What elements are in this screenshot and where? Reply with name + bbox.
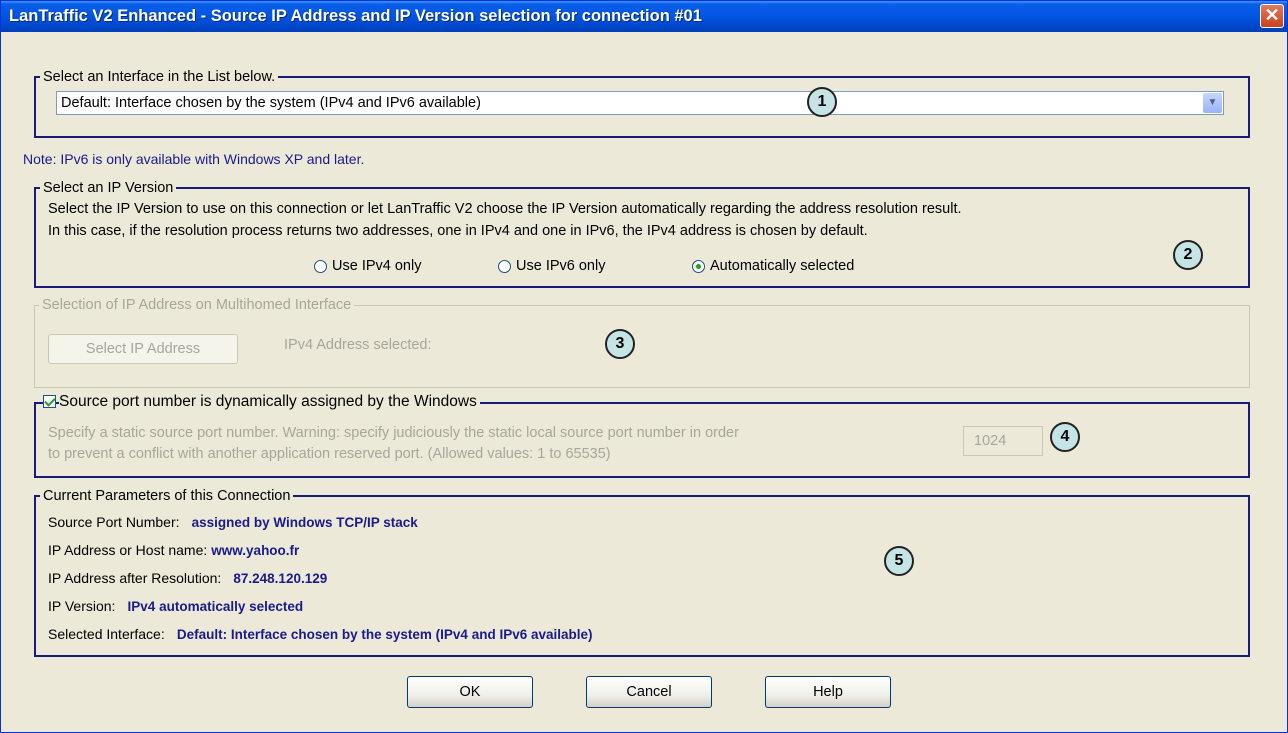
marker-badge-5: 5 [884,546,914,576]
radio-automatically-selected[interactable]: Automatically selected [692,258,854,274]
param-value: IPv4 automatically selected [127,599,304,614]
param-value: 87.248.120.129 [233,571,328,586]
interface-select[interactable]: Default: Interface chosen by the system … [56,91,1224,115]
param-row-source-port: Source Port Number: assigned by Windows … [48,514,418,531]
param-label: Selected Interface: [48,626,165,642]
dynamic-port-checkbox[interactable] [43,395,56,408]
param-row-host-name: IP Address or Host name: www.yahoo.fr [48,542,299,559]
marker-badge-3: 3 [605,329,635,359]
ok-button[interactable]: OK [407,676,533,708]
current-parameters-legend: Current Parameters of this Connection [40,487,294,505]
marker-badge-1: 1 [807,87,837,117]
radio-ipv4-only[interactable]: Use IPv4 only [314,258,421,274]
ip-version-legend: Select an IP Version [40,179,177,197]
ipv4-address-selected-label: IPv4 Address selected: [284,337,432,353]
static-port-description-line1: Specify a static source port number. War… [48,425,739,441]
radio-ipv6-only-label: Use IPv6 only [516,258,606,274]
chevron-down-icon[interactable]: ▼ [1203,93,1222,113]
ipv6-note: Note: IPv6 is only available with Window… [23,151,365,167]
title-bar[interactable]: LanTraffic V2 Enhanced - Source IP Addre… [1,1,1287,32]
param-label: Source Port Number: [48,514,180,530]
param-row-selected-interface: Selected Interface: Default: Interface c… [48,626,593,643]
static-port-description-line2: to prevent a conflict with another appli… [48,446,611,462]
ip-version-description-line2: In this case, if the resolution process … [48,223,868,239]
interface-group-legend: Select an Interface in the List below. [40,68,279,86]
ip-version-description-line1: Select the IP Version to use on this con… [48,201,962,217]
close-button[interactable]: ✕ [1260,4,1284,28]
interface-group: Select an Interface in the List below. D… [34,68,1250,138]
param-label: IP Address after Resolution: [48,570,222,586]
param-label: IP Address or Host name: [48,542,208,558]
radio-automatically-selected-indicator [692,259,705,273]
param-label: IP Version: [48,598,116,614]
param-value: Default: Interface chosen by the system … [176,627,593,642]
param-value: www.yahoo.fr [211,543,300,558]
help-button[interactable]: Help [765,676,891,708]
interface-select-value: Default: Interface chosen by the system … [61,95,481,111]
dynamic-port-checkbox-label: Source port number is dynamically assign… [59,393,480,411]
window-title: LanTraffic V2 Enhanced - Source IP Addre… [9,7,702,25]
radio-ipv6-only[interactable]: Use IPv6 only [498,258,605,274]
radio-ipv6-only-indicator [498,259,511,273]
marker-badge-2: 2 [1173,240,1203,270]
static-port-input[interactable]: 1024 [963,426,1043,456]
marker-badge-4: 4 [1050,422,1080,452]
radio-automatically-selected-label: Automatically selected [710,258,855,274]
cancel-button[interactable]: Cancel [586,676,712,708]
param-row-resolved-address: IP Address after Resolution: 87.248.120.… [48,570,327,587]
radio-ipv4-only-indicator [314,259,327,273]
dialog-window: LanTraffic V2 Enhanced - Source IP Addre… [0,0,1288,733]
param-value: assigned by Windows TCP/IP stack [191,515,418,530]
select-ip-address-button[interactable]: Select IP Address [48,334,238,364]
param-row-ip-version: IP Version: IPv4 automatically selected [48,598,303,615]
multihomed-legend: Selection of IP Address on Multihomed In… [39,296,355,314]
radio-ipv4-only-label: Use IPv4 only [332,258,422,274]
